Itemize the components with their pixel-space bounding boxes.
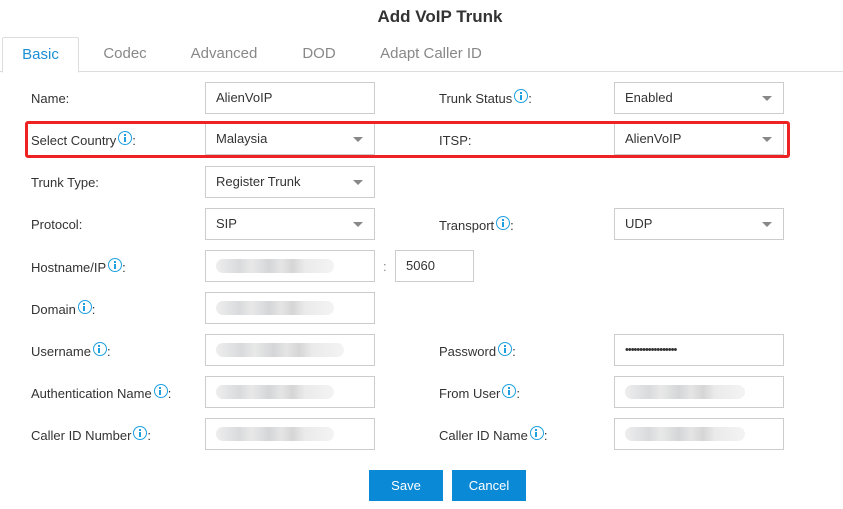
caller-id-number-label-text: Caller ID Number [31, 427, 132, 443]
name-input[interactable]: AlienVoIP [205, 82, 375, 114]
password-label-text: Password [439, 343, 497, 359]
blurred-value [216, 259, 334, 273]
from-user-input[interactable] [614, 376, 784, 408]
blurred-value [216, 427, 334, 441]
hostname-input[interactable] [205, 250, 375, 282]
label-colon: : [167, 385, 172, 401]
protocol-label-text: Protocol: [31, 216, 83, 232]
info-icon[interactable] [529, 426, 544, 440]
port-input[interactable]: 5060 [395, 250, 474, 282]
trunk-type-label-text: Trunk Type: [31, 174, 99, 190]
trunk-status-select[interactable]: Enabled [614, 82, 784, 114]
save-button[interactable]: Save [369, 470, 443, 501]
highlight-box [25, 121, 790, 158]
transport-select[interactable]: UDP [614, 208, 784, 240]
auth-name-label-text: Authentication Name [31, 385, 152, 401]
caller-id-name-input[interactable] [614, 418, 784, 450]
username-input[interactable] [205, 334, 375, 366]
blurred-value [216, 385, 334, 399]
password-input[interactable]: •••••••••••••••••• [614, 334, 784, 366]
blurred-value [625, 427, 745, 441]
tab-advanced[interactable]: Advanced [182, 37, 266, 72]
tab-dod[interactable]: DOD [292, 37, 346, 72]
hostname-label: Hostname/IP: [31, 257, 126, 277]
dialog-title: Add VoIP Trunk [377, 7, 503, 26]
domain-input[interactable] [205, 292, 375, 324]
port-separator: : [383, 259, 387, 274]
chevron-down-icon [353, 180, 363, 185]
caller-id-number-label: Caller ID Number: [31, 425, 151, 445]
trunk-status-value: Enabled [625, 90, 673, 105]
tab-adapt-caller-id[interactable]: Adapt Caller ID [370, 37, 492, 72]
caller-id-name-label-text: Caller ID Name [439, 427, 528, 443]
domain-label-text: Domain [31, 301, 76, 317]
name-label: Name: [31, 88, 69, 108]
info-icon[interactable] [108, 258, 123, 272]
label-colon: : [528, 90, 532, 106]
transport-label: Transport: [439, 215, 514, 235]
password-label: Password: [439, 341, 516, 361]
caller-id-number-input[interactable] [205, 418, 375, 450]
tab-codec[interactable]: Codec [92, 37, 158, 72]
info-icon[interactable] [133, 426, 148, 440]
trunk-type-value: Register Trunk [216, 174, 301, 189]
label-colon: : [106, 343, 111, 359]
info-icon[interactable] [514, 89, 529, 103]
caller-id-name-label: Caller ID Name: [439, 425, 547, 445]
transport-label-text: Transport [439, 217, 495, 233]
blurred-value [216, 343, 344, 357]
info-icon[interactable] [77, 300, 92, 314]
blurred-value [216, 301, 334, 315]
tab-bar: Basic Codec Advanced DOD Adapt Caller ID [0, 37, 843, 73]
label-colon: : [543, 427, 548, 443]
info-icon[interactable] [92, 342, 107, 356]
blurred-value [625, 385, 745, 399]
label-colon: : [510, 217, 514, 233]
info-icon[interactable] [153, 384, 168, 398]
cancel-button[interactable]: Cancel [452, 470, 526, 501]
info-icon[interactable] [496, 216, 511, 230]
auth-name-label: Authentication Name: [31, 383, 171, 403]
chevron-down-icon [762, 96, 772, 101]
protocol-label: Protocol: [31, 214, 82, 234]
label-colon: : [122, 259, 126, 275]
chevron-down-icon [762, 222, 772, 227]
username-label: Username: [31, 341, 111, 361]
transport-value: UDP [625, 216, 653, 231]
domain-label: Domain: [31, 299, 95, 319]
from-user-label-text: From User [439, 385, 501, 401]
protocol-select[interactable]: SIP [205, 208, 375, 240]
username-label-text: Username [31, 343, 91, 359]
label-colon: : [147, 427, 152, 443]
trunk-status-label-text: Trunk Status [439, 90, 513, 106]
info-icon[interactable] [498, 342, 513, 356]
label-colon: : [512, 343, 516, 359]
from-user-label: From User: [439, 383, 520, 403]
trunk-type-label: Trunk Type: [31, 172, 99, 192]
name-label-text: Name: [31, 90, 70, 106]
label-colon: : [91, 301, 96, 317]
auth-name-input[interactable] [205, 376, 375, 408]
info-icon[interactable] [502, 384, 517, 398]
tab-basic[interactable]: Basic [2, 37, 79, 73]
trunk-type-select[interactable]: Register Trunk [205, 166, 375, 198]
hostname-label-text: Hostname/IP [31, 259, 107, 275]
trunk-status-label: Trunk Status: [439, 88, 532, 108]
protocol-value: SIP [216, 216, 237, 231]
label-colon: : [516, 385, 521, 401]
chevron-down-icon [353, 222, 363, 227]
